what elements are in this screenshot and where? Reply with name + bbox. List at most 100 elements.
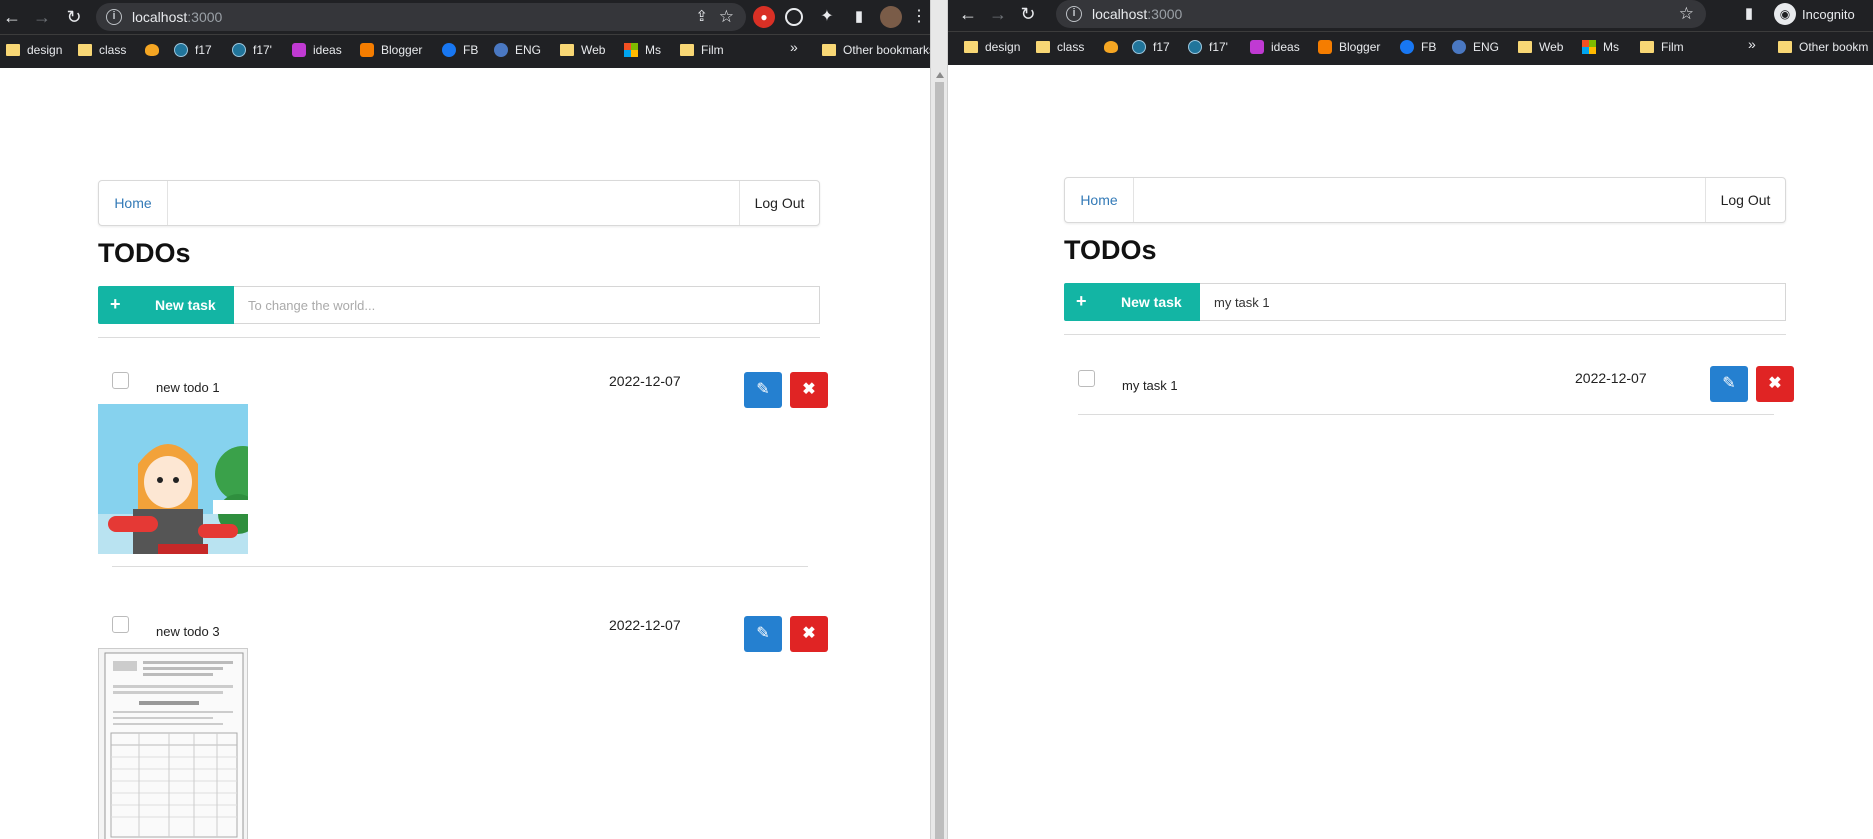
todo-text: my task 1 [1122,378,1178,393]
navbar: Home Log Out [98,180,820,226]
folder-icon [680,44,694,56]
side-panel-icon[interactable]: ▮ [848,6,870,28]
bookmark-item[interactable] [1104,38,1125,56]
delete-button[interactable]: ✖ [790,372,828,408]
other-bookmarks-folder[interactable]: Other bookmarks [822,41,930,59]
extension-red-icon[interactable]: ● [753,6,775,28]
browser-window-main: ← → ↻ i localhost:3000 ⇪ ☆ ● ✦ ▮ ⋮ desig… [0,0,930,839]
forward-icon[interactable]: → [986,2,1010,26]
wp-icon [1132,40,1146,54]
ms-icon [624,43,638,57]
bookmark-item[interactable]: ENG [494,41,541,59]
back-icon[interactable]: ← [0,5,24,29]
bookmark-item[interactable]: Web [560,41,605,59]
bookmark-item[interactable]: design [964,38,1020,56]
url-host: localhost [1092,6,1148,22]
eng-icon [494,43,508,57]
bookmark-item[interactable]: Blogger [1318,38,1380,56]
bookmark-label: Blogger [1339,40,1381,54]
edit-button[interactable]: ✎ [1710,366,1748,402]
bookmark-item[interactable]: design [6,41,62,59]
new-task-input[interactable] [234,286,820,324]
todo-separator [1078,414,1774,415]
bookmark-label: ideas [313,43,342,57]
bookmark-item[interactable]: f17' [1188,38,1228,56]
todo-checkbox[interactable] [1078,370,1095,387]
bookmarks-bar: design class f17 f17' ideas Blogger FB ENG Web Ms… [948,31,1873,61]
wp-icon [1188,40,1202,54]
reload-icon[interactable]: ↻ [62,5,86,29]
url-port: :3000 [1147,6,1183,22]
address-bar[interactable]: i localhost:3000 ☆ [1056,0,1706,28]
other-bookmarks-folder[interactable]: Other bookm [1778,38,1868,56]
bookmark-item[interactable]: Blogger [360,41,422,59]
bookmark-item[interactable]: Ms [1582,38,1619,56]
bookmark-item[interactable]: FB [442,41,478,59]
bookmark-item[interactable]: f17' [232,41,272,59]
bookmark-item[interactable]: Web [1518,38,1563,56]
edit-button[interactable]: ✎ [744,372,782,408]
edit-button[interactable]: ✎ [744,616,782,652]
url-host: localhost [132,9,188,25]
bookmark-item[interactable]: class [78,41,126,59]
wp-icon [232,43,246,57]
new-task-button[interactable]: + New task [1064,283,1200,321]
back-icon[interactable]: ← [956,2,980,26]
delete-button[interactable]: ✖ [1756,366,1794,402]
navbar: Home Log Out [1064,177,1786,223]
new-task-input[interactable] [1200,283,1786,321]
menu-kebab-icon[interactable]: ⋮ [908,6,930,28]
bookmark-item[interactable]: FB [1400,38,1436,56]
nav-logout-link[interactable]: Log Out [739,181,819,225]
folder-icon [1036,41,1050,53]
new-task-button[interactable]: + New task [98,286,234,324]
site-info-icon[interactable]: i [106,9,122,25]
bookmark-label: ENG [515,43,542,57]
bookmark-item[interactable]: f17 [1132,38,1170,56]
eng-icon [1452,40,1466,54]
bookmark-label: Blogger [381,43,423,57]
bookmarks-overflow-chevron-icon[interactable]: » [790,39,798,55]
profile-avatar[interactable] [880,6,902,28]
todo-checkbox[interactable] [112,616,129,633]
incognito-indicator[interactable]: ◉ Incognito [1774,0,1855,28]
bookmark-item[interactable]: ideas [1250,38,1300,56]
extensions-puzzle-icon[interactable]: ✦ [816,6,838,28]
side-panel-icon[interactable]: ▮ [1738,3,1760,25]
forward-icon[interactable]: → [30,5,54,29]
extension-target-icon[interactable] [785,8,803,26]
address-bar[interactable]: i localhost:3000 ⇪ ☆ [96,3,746,31]
nav-home-link[interactable]: Home [99,181,168,225]
bookmark-label: ENG [1473,40,1500,54]
window-splitter-scrollbar[interactable] [930,0,948,839]
bookmark-item[interactable]: class [1036,38,1084,56]
bookmarks-overflow-chevron-icon[interactable]: » [1748,36,1756,52]
bookmark-star-icon[interactable]: ☆ [1679,4,1694,24]
bookmark-item[interactable] [145,41,166,59]
bookmark-label: class [1057,40,1085,54]
close-icon: ✖ [802,381,816,398]
pencil-icon: ✎ [756,625,770,642]
bookmark-item[interactable]: Film [1640,38,1684,56]
bookmark-star-icon[interactable]: ☆ [719,7,734,27]
todo-checkbox[interactable] [112,372,129,389]
folder-icon [1518,41,1532,53]
delete-button[interactable]: ✖ [790,616,828,652]
site-info-icon[interactable]: i [1066,6,1082,22]
bookmark-item[interactable]: Film [680,41,724,59]
nav-home-link[interactable]: Home [1065,178,1134,222]
page-title: TODOs [98,238,191,268]
bookmark-item[interactable]: ENG [1452,38,1499,56]
bookmark-label: Film [701,43,724,57]
bookmark-item[interactable]: f17 [174,41,212,59]
new-task-label: New task [1121,294,1182,310]
new-task-row: + New task [1064,283,1786,321]
share-icon[interactable]: ⇪ [695,7,708,25]
nav-logout-link[interactable]: Log Out [1705,178,1785,222]
todo-text: new todo 1 [156,380,220,395]
scrollbar-thumb[interactable] [935,82,944,839]
scroll-up-icon[interactable] [936,72,944,78]
bookmark-item[interactable]: Ms [624,41,661,59]
bookmark-item[interactable]: ideas [292,41,342,59]
reload-icon[interactable]: ↻ [1016,2,1040,26]
